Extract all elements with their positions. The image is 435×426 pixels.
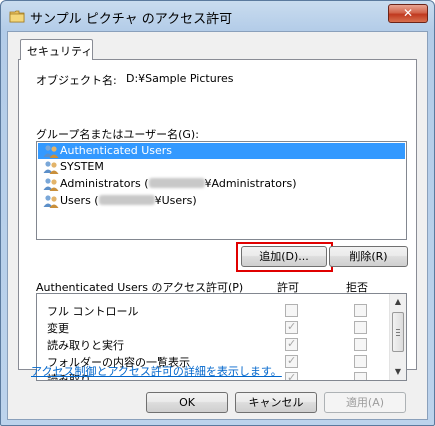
list-item-users[interactable]: Users (¥Users) — [38, 193, 405, 209]
deny-checkbox[interactable] — [354, 304, 367, 317]
object-name-value: D:¥Sample Pictures — [126, 72, 234, 85]
list-item-label: Users (¥Users) — [60, 194, 197, 207]
groups-listbox[interactable]: Authenticated Users SYSTEM Administrator… — [36, 141, 407, 240]
scroll-up-icon[interactable]: ▲ — [390, 294, 406, 310]
permission-name: 読み取りと実行 — [47, 339, 124, 352]
cancel-button[interactable]: キャンセル — [235, 392, 317, 413]
remove-button[interactable]: 削除(R) — [329, 246, 408, 267]
permissions-scrollbar[interactable]: ▲ ▼ — [389, 294, 406, 380]
user-group-icon — [43, 195, 59, 208]
allow-checkbox[interactable]: ✓ — [285, 337, 298, 351]
redacted-hostname — [148, 178, 205, 188]
security-panel: オブジェクト名: D:¥Sample Pictures グループ名またはユーザー… — [18, 59, 417, 381]
deny-checkbox[interactable] — [354, 355, 367, 368]
allow-checkbox[interactable]: ✓ — [285, 354, 298, 368]
scroll-thumb[interactable] — [392, 312, 404, 352]
user-group-icon — [43, 161, 59, 174]
tab-label: セキュリティ — [27, 45, 93, 58]
object-name-label: オブジェクト名: — [36, 74, 117, 87]
redacted-hostname — [98, 195, 155, 205]
list-item-label: Administrators (¥Administrators) — [60, 177, 297, 190]
user-group-icon — [43, 178, 59, 191]
allow-checkbox[interactable]: ✓ — [285, 371, 298, 381]
list-item-system[interactable]: SYSTEM — [38, 159, 405, 175]
dialog-body: セキュリティ オブジェクト名: D:¥Sample Pictures グループ名… — [7, 31, 428, 420]
scroll-down-icon[interactable]: ▼ — [390, 364, 406, 380]
window-title: サンプル ピクチャ のアクセス許可 — [30, 12, 233, 27]
permission-row: 変更 ✓ — [37, 319, 390, 336]
folder-icon — [9, 10, 25, 23]
checkmark-icon: ✓ — [287, 337, 297, 350]
tab-security[interactable]: セキュリティ — [20, 39, 93, 60]
list-item-authenticated-users[interactable]: Authenticated Users — [38, 143, 405, 159]
permission-row: フル コントロール — [37, 302, 390, 319]
close-button[interactable]: ✕ — [388, 4, 428, 23]
list-item-label: Authenticated Users — [60, 144, 173, 157]
grip-icon — [396, 329, 400, 330]
access-control-help-link[interactable]: アクセス制御とアクセス許可の詳細を表示します。 — [31, 363, 282, 379]
checkmark-icon: ✓ — [287, 320, 297, 333]
allow-checkbox[interactable] — [285, 304, 298, 317]
apply-button[interactable]: 適用(A) — [324, 392, 406, 413]
grip-icon — [396, 332, 400, 333]
allow-checkbox[interactable]: ✓ — [285, 320, 298, 334]
ok-button[interactable]: OK — [146, 392, 228, 413]
title-bar[interactable]: サンプル ピクチャ のアクセス許可 ✕ — [1, 1, 434, 31]
user-group-icon — [43, 145, 59, 158]
close-icon: ✕ — [402, 6, 414, 20]
list-item-label: SYSTEM — [60, 160, 104, 173]
checkmark-icon: ✓ — [287, 354, 297, 367]
deny-checkbox[interactable] — [354, 338, 367, 351]
grip-icon — [396, 335, 400, 336]
deny-checkbox[interactable] — [354, 372, 367, 380]
permission-name: 変更 — [47, 322, 69, 335]
permissions-dialog: サンプル ピクチャ のアクセス許可 ✕ セキュリティ オブジェクト名: D:¥S… — [0, 0, 435, 426]
groups-label: グループ名またはユーザー名(G): — [36, 128, 199, 141]
permission-name: フル コントロール — [47, 305, 139, 318]
permission-row: 読み取りと実行 ✓ — [37, 336, 390, 353]
list-item-administrators[interactable]: Administrators (¥Administrators) — [38, 176, 405, 192]
checkmark-icon: ✓ — [287, 371, 297, 381]
deny-checkbox[interactable] — [354, 321, 367, 334]
add-button[interactable]: 追加(D)... — [241, 246, 327, 267]
